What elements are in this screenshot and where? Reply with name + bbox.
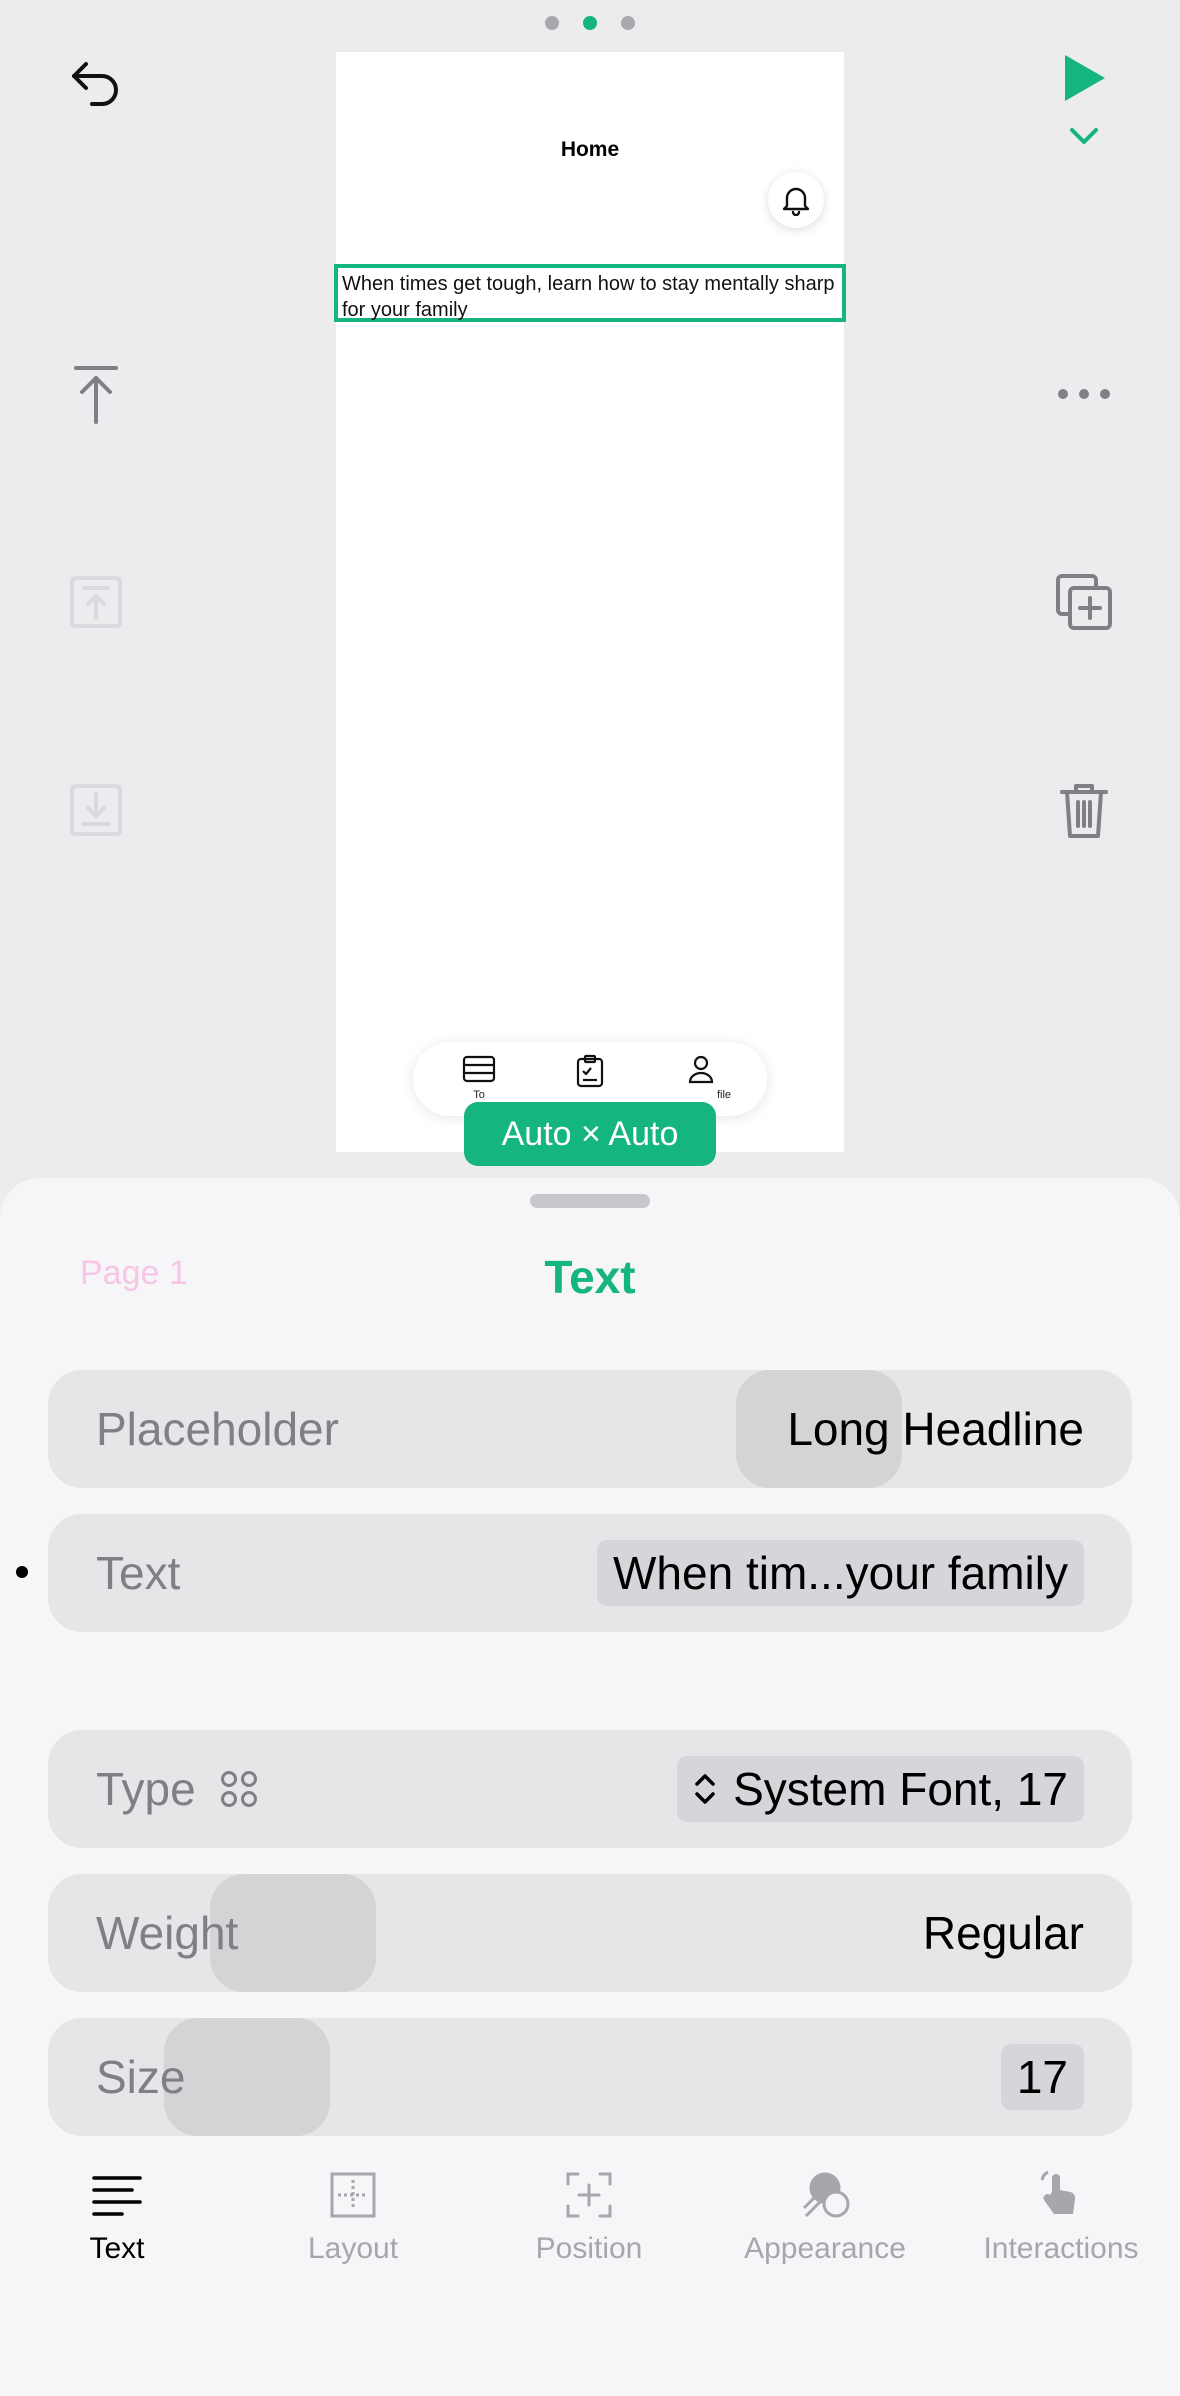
position-icon [566,2172,612,2218]
play-options-button[interactable] [1044,96,1124,176]
trash-icon [1060,784,1108,838]
clipboard-check-icon [576,1054,604,1088]
person-icon [688,1055,714,1084]
selected-text-element[interactable]: When times get tough, learn how to stay … [334,264,846,322]
canvas-tab-item[interactable]: file [671,1054,731,1101]
sheet-title: Text [544,1251,636,1303]
type-row[interactable]: Type System Font, 17 [48,1730,1132,1848]
canvas-tab-item[interactable] [560,1054,620,1093]
canvas-tab-item[interactable]: To [449,1054,509,1101]
text-row[interactable]: Text When tim...your family [48,1514,1132,1632]
tab-appearance[interactable]: Appearance [715,2170,935,2300]
tab-label: Text [89,2232,145,2265]
bell-icon [782,187,810,216]
canvas-page-title: Home [560,138,620,161]
row-label: Type [96,1730,258,1848]
chevron-up-down-icon [695,1774,715,1804]
placeholder-value[interactable]: Long Headline [787,1370,1084,1488]
appearance-icon [802,2172,850,2218]
more-button[interactable] [1044,354,1124,434]
tab-label: Interactions [983,2232,1139,2265]
row-label: Weight [96,1907,239,1959]
font-picker[interactable]: System Font, 17 [677,1756,1084,1822]
layout-icon [330,2172,376,2218]
row-indicator-dot [16,1566,28,1578]
size-row[interactable]: Size 17 [48,2018,1132,2136]
tab-label: Appearance [744,2232,906,2265]
list-icon [462,1055,496,1083]
tap-hand-icon [1040,2170,1076,2214]
move-to-top-icon [74,366,118,424]
row-label: Text [96,1547,181,1599]
chevron-down-icon [1070,128,1098,144]
page-indicator[interactable] [0,16,1180,30]
send-backward-button[interactable] [56,770,136,850]
text-value-field[interactable]: When tim...your family [597,1540,1084,1606]
tab-label: Position [535,2232,643,2265]
page-dot-active[interactable] [583,16,597,30]
size-value-field[interactable]: 17 [1000,2044,1084,2110]
page-dot[interactable] [621,16,635,30]
font-value: System Font, 17 [733,1763,1068,1815]
page-dot[interactable] [545,16,559,30]
canvas-tab-label: file [716,1089,731,1101]
row-label: Placeholder [96,1403,339,1455]
delete-button[interactable] [1044,770,1124,850]
size-badge: Auto × Auto [464,1102,716,1166]
undo-button[interactable] [56,44,136,124]
duplicate-button[interactable] [1044,562,1124,642]
canvas-tab-label: To [473,1089,485,1101]
row-label: Size [96,2051,186,2103]
send-backward-icon [70,784,122,836]
tab-position[interactable]: Position [479,2170,699,2300]
placeholder-row[interactable]: Placeholder Long Headline [48,1370,1132,1488]
canvas-preview[interactable]: Home When times get tough, learn how to … [334,52,846,1152]
type-label: Type [96,1763,196,1815]
notification-button[interactable] [768,172,824,228]
weight-value[interactable]: Regular [923,1874,1084,1992]
tab-text[interactable]: Text [7,2170,227,2300]
undo-arrow-icon [72,62,118,106]
tab-layout[interactable]: Layout [243,2170,463,2300]
text-align-icon [92,2176,142,2216]
sheet-grabber[interactable] [530,1194,650,1208]
tab-interactions[interactable]: Interactions [951,2170,1171,2300]
bring-forward-button[interactable] [56,562,136,642]
bring-forward-icon [70,576,122,628]
touch-highlight [164,2018,330,2136]
move-to-top-button[interactable] [56,354,136,434]
weight-row[interactable]: Weight Regular [48,1874,1132,1992]
font-styles-icon [220,1771,257,1807]
more-horizontal-icon [1058,389,1110,399]
duplicate-icon [1056,574,1112,630]
tab-label: Layout [307,2232,399,2265]
